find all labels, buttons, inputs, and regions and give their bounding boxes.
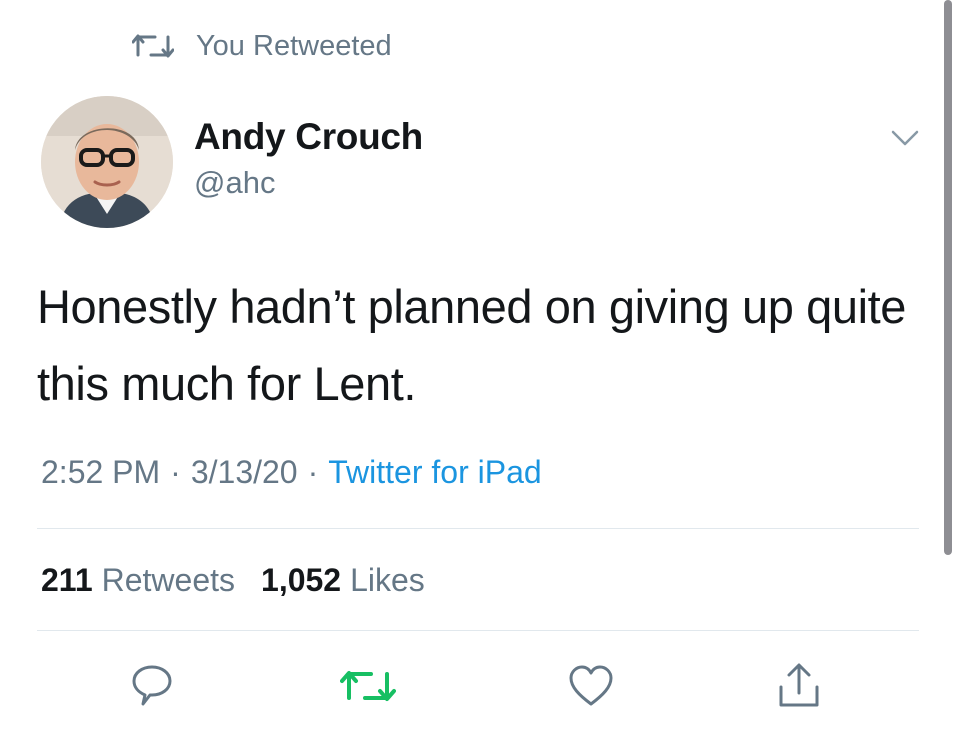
retweet-icon: [131, 31, 175, 61]
scrollbar[interactable]: [944, 0, 952, 555]
author-display-name[interactable]: Andy Crouch: [194, 116, 423, 158]
tweet-source-link[interactable]: Twitter for iPad: [328, 454, 541, 491]
meta-separator: ·: [307, 454, 319, 490]
tweet-time: 2:52 PM: [41, 454, 161, 490]
divider: [37, 528, 919, 529]
retweet-button[interactable]: [340, 660, 396, 716]
author-handle[interactable]: @ahc: [194, 165, 275, 201]
retweet-icon: [340, 666, 396, 711]
likes-label: Likes: [350, 562, 425, 598]
tweet-date: 3/13/20: [190, 454, 298, 490]
retweet-context: You Retweeted: [131, 28, 392, 64]
retweets-count: 211: [41, 562, 93, 598]
retweet-context-label: You Retweeted: [196, 29, 392, 62]
retweets-label: Retweets: [101, 562, 236, 598]
like-button[interactable]: [563, 660, 619, 716]
share-icon: [774, 661, 824, 716]
action-bar: [0, 660, 960, 716]
retweets-stat[interactable]: 211 Retweets: [41, 562, 235, 599]
reply-icon: [127, 661, 177, 716]
tweet-text: Honestly hadn’t planned on giving up qui…: [37, 280, 907, 410]
avatar[interactable]: [41, 96, 173, 228]
meta-separator: ·: [170, 454, 181, 490]
like-icon: [566, 661, 616, 716]
share-button[interactable]: [771, 660, 827, 716]
chevron-down-icon[interactable]: [890, 128, 920, 148]
likes-stat[interactable]: 1,052 Likes: [261, 562, 425, 599]
tweet-stats: 211 Retweets 1,052 Likes: [41, 562, 451, 599]
divider: [37, 630, 919, 631]
tweet-meta: 2:52 PM · 3/13/20 · Twitter for iPad: [41, 454, 542, 491]
likes-count: 1,052: [261, 562, 342, 598]
reply-button[interactable]: [124, 660, 180, 716]
